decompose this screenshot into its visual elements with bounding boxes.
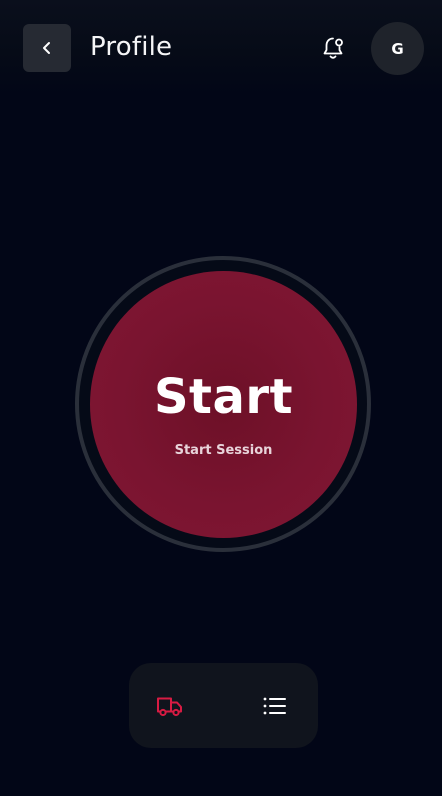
back-button[interactable] (23, 24, 71, 72)
start-button-label: Start (153, 369, 294, 425)
chevron-left-icon (43, 42, 50, 54)
app-screen: Profile G Start Start Session (0, 0, 442, 796)
start-button-sublabel: Start Session (174, 443, 273, 458)
start-session-button[interactable]: Start Start Session (90, 271, 357, 538)
page-title: Profile (90, 32, 173, 62)
header-bar: Profile G (0, 0, 442, 96)
truck-icon (157, 697, 182, 717)
bottom-nav (129, 663, 318, 748)
nav-item-truck[interactable] (154, 690, 186, 722)
list-icon (263, 697, 286, 715)
bell-icon (323, 37, 343, 59)
notifications-button[interactable] (317, 32, 349, 64)
avatar[interactable]: G (371, 22, 424, 75)
nav-item-list[interactable] (259, 690, 291, 722)
